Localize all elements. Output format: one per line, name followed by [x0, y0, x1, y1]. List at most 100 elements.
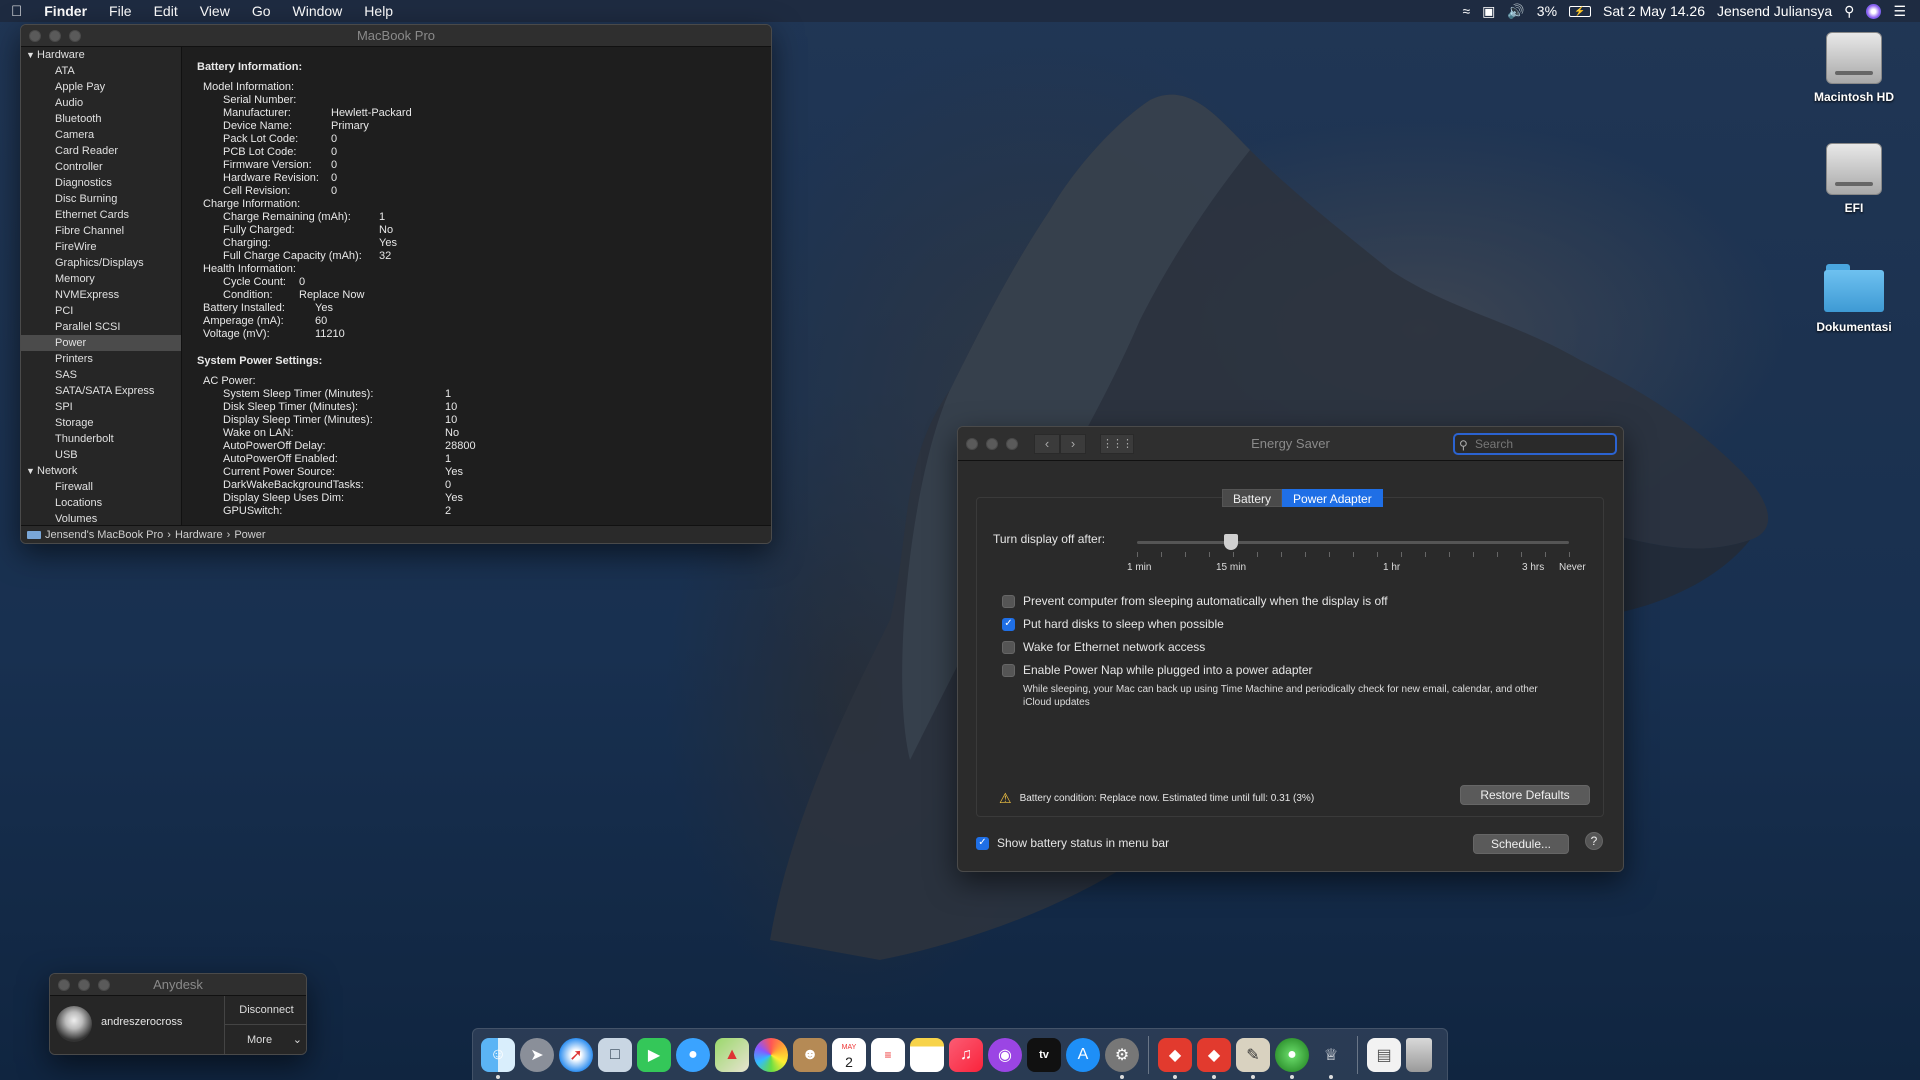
sidebar-item-sata-sata-express[interactable]: SATA/SATA Express	[21, 383, 181, 399]
sidebar-item-card-reader[interactable]: Card Reader	[21, 143, 181, 159]
checkbox-disk-sleep[interactable]: ✓	[1002, 617, 1015, 631]
apple-icon[interactable]: 	[0, 3, 33, 20]
sidebar-item-apple-pay[interactable]: Apple Pay	[21, 79, 181, 95]
podcasts-icon[interactable]: ◉	[988, 1037, 1022, 1072]
disclosure-triangle-icon[interactable]: ▼	[26, 47, 35, 63]
anydesk-alt-icon[interactable]: ◆	[1197, 1037, 1231, 1079]
siri-icon[interactable]	[1866, 3, 1882, 19]
disclosure-triangle-icon[interactable]: ▼	[26, 463, 35, 479]
sidebar-item-memory[interactable]: Memory	[21, 271, 181, 287]
sidebar-item-nvmexpress[interactable]: NVMExpress	[21, 287, 181, 303]
forward-button[interactable]: ›	[1060, 433, 1086, 454]
schedule-button[interactable]: Schedule...	[1473, 834, 1569, 854]
show-all-button[interactable]: ⋮⋮⋮	[1100, 433, 1134, 454]
safari-icon[interactable]: ➚	[559, 1037, 593, 1072]
sidebar-group-network[interactable]: ▼ Network	[21, 463, 181, 479]
checkbox-wake-ethernet[interactable]	[1002, 640, 1015, 654]
sidebar-item-usb[interactable]: USB	[21, 447, 181, 463]
checkbox-show-battery[interactable]: ✓	[976, 836, 989, 850]
desktop-icon-efi[interactable]: EFI	[1794, 143, 1914, 215]
sidebar-item-bluetooth[interactable]: Bluetooth	[21, 111, 181, 127]
menu-app-finder[interactable]: Finder	[33, 3, 98, 19]
sidebar-item-fibre-channel[interactable]: Fibre Channel	[21, 223, 181, 239]
globe-app-icon[interactable]: ●	[1275, 1037, 1309, 1079]
disconnect-button[interactable]: Disconnect	[225, 996, 306, 1025]
option-disk-sleep[interactable]: ✓ Put hard disks to sleep when possible	[1002, 617, 1224, 631]
sidebar-group-hardware[interactable]: ▼ Hardware	[21, 47, 181, 63]
sidebar-item-spi[interactable]: SPI	[21, 399, 181, 415]
menu-window[interactable]: Window	[282, 3, 354, 19]
trash-icon[interactable]	[1406, 1037, 1432, 1072]
minimize-button[interactable]	[49, 29, 61, 42]
checkbox-prevent-sleep[interactable]	[1002, 594, 1015, 608]
battery-percent[interactable]: 3%	[1537, 3, 1557, 19]
sidebar-item-storage[interactable]: Storage	[21, 415, 181, 431]
minimize-button[interactable]	[78, 978, 90, 991]
path-computer[interactable]: Jensend's MacBook Pro	[45, 529, 163, 541]
notification-center-icon[interactable]: ☰	[1893, 3, 1906, 20]
app-store-icon[interactable]: A	[1066, 1037, 1100, 1072]
checkbox-power-nap[interactable]	[1002, 663, 1015, 677]
menu-go[interactable]: Go	[241, 3, 282, 19]
spotlight-icon[interactable]: ⚲	[1844, 3, 1854, 20]
close-button[interactable]	[29, 29, 41, 42]
path-power[interactable]: Power	[234, 529, 265, 541]
script-editor-icon[interactable]: ✎	[1236, 1037, 1270, 1079]
restore-defaults-button[interactable]: Restore Defaults	[1460, 785, 1590, 805]
menu-clock[interactable]: Sat 2 May 14.26	[1603, 3, 1705, 19]
menu-edit[interactable]: Edit	[143, 3, 189, 19]
sidebar-item-firewire[interactable]: FireWire	[21, 239, 181, 255]
music-icon[interactable]: ♫	[949, 1037, 983, 1072]
battery-icon[interactable]: ⚡	[1569, 5, 1592, 17]
document-icon[interactable]: ▤	[1367, 1037, 1401, 1072]
close-button[interactable]	[58, 978, 70, 991]
tab-battery[interactable]: Battery	[1222, 489, 1283, 507]
sidebar-item-audio[interactable]: Audio	[21, 95, 181, 111]
sidebar-item-locations[interactable]: Locations	[21, 495, 181, 511]
sidebar-item-diagnostics[interactable]: Diagnostics	[21, 175, 181, 191]
menu-file[interactable]: File	[98, 3, 143, 19]
reminders-icon[interactable]: ≡	[871, 1037, 905, 1072]
back-button[interactable]: ‹	[1034, 433, 1060, 454]
sidebar-item-thunderbolt[interactable]: Thunderbolt	[21, 431, 181, 447]
sidebar-item-camera[interactable]: Camera	[21, 127, 181, 143]
apple-tv-icon[interactable]: tv	[1027, 1037, 1061, 1072]
minimize-button[interactable]	[986, 437, 998, 450]
sidebar-item-controller[interactable]: Controller	[21, 159, 181, 175]
menu-view[interactable]: View	[189, 3, 241, 19]
accessibility-icon[interactable]: ♕	[1314, 1038, 1348, 1079]
display-icon[interactable]: ▣	[1482, 3, 1495, 20]
maps-icon[interactable]: ▲	[715, 1037, 749, 1072]
zoom-button[interactable]	[1006, 437, 1018, 450]
tab-power-adapter[interactable]: Power Adapter	[1282, 489, 1383, 507]
messages-icon[interactable]: ●	[676, 1037, 710, 1072]
slider-thumb[interactable]	[1224, 534, 1238, 550]
option-power-nap[interactable]: Enable Power Nap while plugged into a po…	[1002, 663, 1313, 677]
sidebar-item-pci[interactable]: PCI	[21, 303, 181, 319]
zoom-button[interactable]	[69, 29, 81, 42]
photos-icon[interactable]	[754, 1037, 788, 1072]
option-show-battery[interactable]: ✓ Show battery status in menu bar	[976, 836, 1169, 850]
facetime-icon[interactable]: ▶	[637, 1037, 671, 1072]
calendar-icon[interactable]: MAY 2	[832, 1037, 866, 1072]
sidebar-item-printers[interactable]: Printers	[21, 351, 181, 367]
launchpad-icon[interactable]: ➤	[520, 1037, 554, 1072]
menu-user[interactable]: Jensend Juliansya	[1717, 3, 1832, 19]
preview-icon[interactable]: □	[598, 1037, 632, 1072]
sidebar-item-sas[interactable]: SAS	[21, 367, 181, 383]
sidebar-item-graphics-displays[interactable]: Graphics/Displays	[21, 255, 181, 271]
desktop-icon-macintosh-hd[interactable]: Macintosh HD	[1794, 32, 1914, 104]
help-button[interactable]: ?	[1585, 832, 1603, 850]
sidebar-item-firewall[interactable]: Firewall	[21, 479, 181, 495]
path-hardware[interactable]: Hardware	[175, 529, 223, 541]
close-button[interactable]	[966, 437, 978, 450]
search-input[interactable]: ⚲ Search	[1453, 433, 1617, 455]
zoom-button[interactable]	[98, 978, 110, 991]
sidebar-item-ethernet-cards[interactable]: Ethernet Cards	[21, 207, 181, 223]
notes-icon[interactable]	[910, 1037, 944, 1072]
desktop-icon-dokumentasi[interactable]: Dokumentasi	[1794, 264, 1914, 334]
anydesk-icon[interactable]: ◆	[1158, 1037, 1192, 1079]
finder-icon[interactable]: ☺	[481, 1037, 515, 1079]
sidebar-item-ata[interactable]: ATA	[21, 63, 181, 79]
option-wake-ethernet[interactable]: Wake for Ethernet network access	[1002, 640, 1205, 654]
